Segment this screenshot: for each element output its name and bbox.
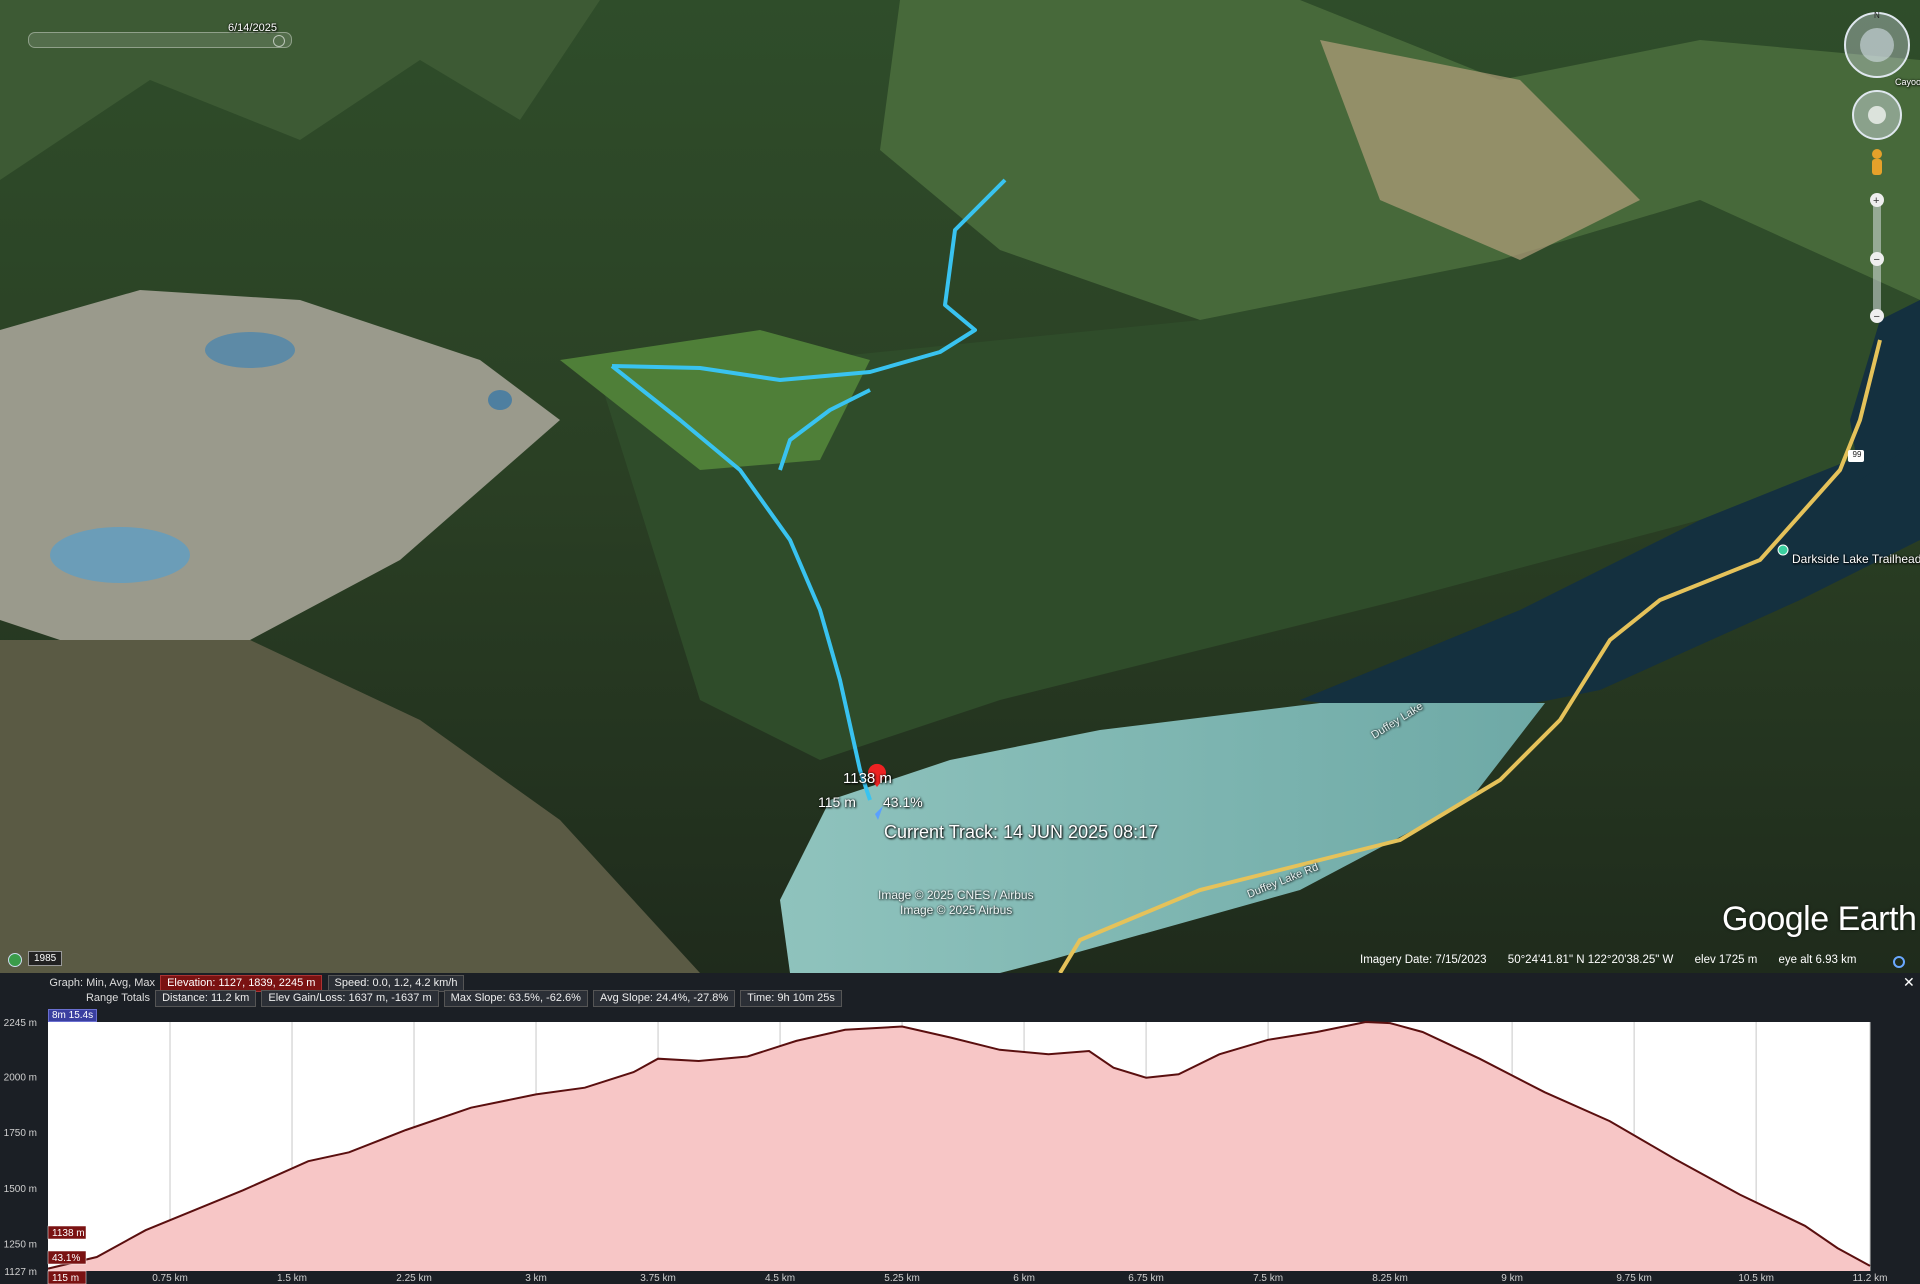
x-axis-ticks: 0.75 km 1.5 km 2.25 km 3 km 3.75 km 4.5 km 5.2… xyxy=(152,1273,1887,1284)
trailhead-label[interactable]: Darkside Lake Trailhead xyxy=(1792,552,1920,566)
max-slope-stat[interactable]: Max Slope: 63.5%, -62.6% xyxy=(443,990,588,1007)
time-slider[interactable] xyxy=(28,32,292,48)
y-axis-ticks: 2245 m 2000 m 1750 m 1500 m 1250 m 1127 m xyxy=(4,1018,37,1278)
y-tick-label: 1127 m xyxy=(4,1267,37,1278)
x-tick-label: 6.75 km xyxy=(1128,1273,1164,1284)
time-slider-handle[interactable] xyxy=(273,35,285,47)
svg-text:−: − xyxy=(1874,254,1880,266)
profile-stats: Graph: Min, Avg, Max Elevation: 1127, 18… xyxy=(0,975,1920,1007)
y-tick-label: 2245 m xyxy=(4,1018,37,1029)
coordinates: 50°24'41.81" N 122°20'38.25" W xyxy=(1507,954,1674,966)
x-tick-label: 7.5 km xyxy=(1253,1273,1283,1284)
elevation-chart[interactable]: 2245 m 2000 m 1750 m 1500 m 1250 m 1127 m 0.7… xyxy=(0,1018,1920,1284)
x-tick-label: 9.75 km xyxy=(1616,1273,1652,1284)
navigation-controls: N + − − xyxy=(1844,11,1910,323)
historical-year-badge[interactable]: 1985 xyxy=(28,951,63,966)
y-tick-label: 1500 m xyxy=(4,1184,37,1195)
alpine-lake-1 xyxy=(205,332,295,368)
x-tick-label: 5.25 km xyxy=(884,1273,920,1284)
x-tick-label: 9 km xyxy=(1501,1273,1523,1284)
svg-text:+: + xyxy=(1873,195,1879,207)
ground-elevation: elev 1725 m xyxy=(1694,954,1758,966)
x-tick-label: 8.25 km xyxy=(1372,1273,1408,1284)
distance-stat: Distance: 11.2 km xyxy=(155,990,257,1007)
svg-text:−: − xyxy=(1874,311,1880,323)
x-tick-label: 1.5 km xyxy=(277,1273,307,1284)
svg-text:N: N xyxy=(1874,11,1880,20)
look-joystick-icon[interactable] xyxy=(1852,90,1902,140)
zoom-in-icon[interactable]: + xyxy=(1870,193,1884,207)
avg-slope-stat[interactable]: Avg Slope: 24.4%, -27.8% xyxy=(592,990,736,1007)
status-bar: Imagery Date: 7/15/2023 50°24'41.81" N 1… xyxy=(1360,954,1874,966)
alpine-lake-2 xyxy=(488,390,512,410)
cursor-dist-readout: 115 m xyxy=(52,1273,79,1284)
street-view-pegman-icon[interactable] xyxy=(1872,149,1882,175)
map-view[interactable]: 6/14/2025 1138 m 115 m 43.1% Current Tra… xyxy=(0,0,1920,973)
google-earth-logo: Google Earth xyxy=(1722,900,1917,938)
y-tick-label: 1250 m xyxy=(4,1240,37,1251)
x-tick-label: 10.5 km xyxy=(1738,1273,1774,1284)
cursor-slope-readout: 43.1% xyxy=(52,1253,80,1264)
x-tick-label: 3 km xyxy=(525,1273,547,1284)
graph-label: Graph: Min, Avg, Max xyxy=(49,977,155,989)
imagery-credit-1: Image © 2025 CNES / Airbus xyxy=(878,888,1034,902)
x-tick-label: 2.25 km xyxy=(396,1273,432,1284)
range-totals-label: Range Totals xyxy=(85,992,150,1004)
x-tick-label: 4.5 km xyxy=(765,1273,795,1284)
status-circle-icon[interactable] xyxy=(1892,955,1906,969)
globe-icon[interactable] xyxy=(8,953,22,967)
timeline-date: 6/14/2025 xyxy=(228,22,277,34)
cursor-readouts: 1138 m 43.1% 115 m xyxy=(47,1225,87,1284)
x-tick-label: 0.75 km xyxy=(152,1273,188,1284)
cursor-elev-readout: 1138 m xyxy=(52,1228,85,1239)
dist-marker-label: 115 m xyxy=(818,794,856,810)
time-stat: Time: 9h 10m 25s xyxy=(740,990,842,1007)
zoom-out-icon[interactable]: − xyxy=(1870,309,1884,323)
elev-marker-label: 1138 m xyxy=(843,770,892,787)
imagery-date: Imagery Date: 7/15/2023 xyxy=(1360,954,1487,966)
x-tick-label: 11.2 km xyxy=(1853,1273,1888,1284)
trailhead-icon[interactable] xyxy=(1777,544,1789,556)
imagery-credit-2: Image © 2025 Airbus xyxy=(900,903,1013,917)
y-tick-label: 1750 m xyxy=(4,1128,37,1139)
eye-altitude: eye alt 6.93 km xyxy=(1778,954,1857,966)
slope-marker-label: 43.1% xyxy=(883,794,923,810)
highway-shield-label: 99 xyxy=(1852,450,1862,459)
alpine-lake-3 xyxy=(50,527,190,583)
x-tick-label: 6 km xyxy=(1013,1273,1035,1284)
zoom-handle-icon[interactable]: − xyxy=(1870,252,1884,266)
x-tick-label: 3.75 km xyxy=(640,1273,676,1284)
current-track-label: Current Track: 14 JUN 2025 08:17 xyxy=(884,822,1159,842)
elev-gain-stat: Elev Gain/Loss: 1637 m, -1637 m xyxy=(261,990,439,1007)
y-tick-label: 2000 m xyxy=(4,1073,37,1084)
compass-ring-icon[interactable]: N xyxy=(1844,11,1910,78)
